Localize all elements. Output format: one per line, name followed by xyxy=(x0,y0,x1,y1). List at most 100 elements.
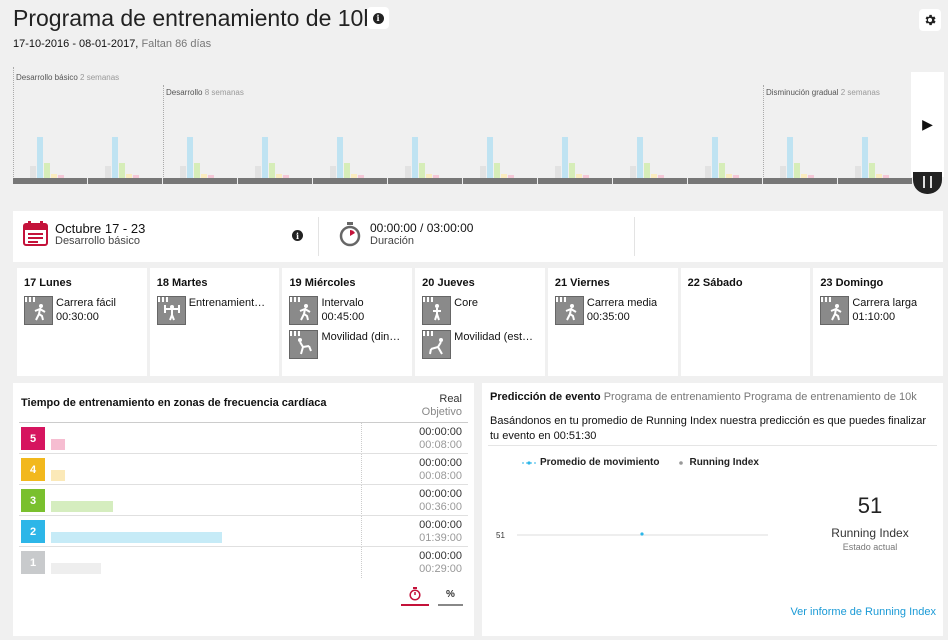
session-duration: 01:10:00 xyxy=(852,311,896,323)
week-days: 17 Lunes Carrera fácil 00:30:00 18 Martes En… xyxy=(17,268,944,376)
timeline-week[interactable] xyxy=(13,67,88,185)
timeline-bar xyxy=(44,163,50,178)
day-card[interactable]: 21 Viernes Carrera media 00:35:00 xyxy=(547,268,678,376)
training-session[interactable]: Intervalo 00:45:00 xyxy=(289,296,411,325)
program-timeline[interactable]: Desarrollo básico 2 semanas Desarrollo 8… xyxy=(13,67,913,185)
gear-icon xyxy=(925,14,936,26)
week-summary: Octubre 17 - 23 Desarrollo básico i 00:0… xyxy=(13,211,943,262)
training-session[interactable]: Carrera larga 01:10:00 xyxy=(820,296,942,325)
legend-running-index: Running Index xyxy=(677,457,759,468)
hr-zone-row: 4 00:00:00 00:08:00 xyxy=(19,453,468,485)
day-card[interactable]: 22 Sábado xyxy=(680,268,811,376)
program-date-range: 17-10-2016 - 08-01-2017, xyxy=(13,38,139,50)
zone-target-bar xyxy=(51,563,101,574)
timeline-bar xyxy=(412,137,418,178)
day-name: 20 Jueves xyxy=(422,277,475,289)
session-label: Movilidad (din… xyxy=(321,331,401,343)
timeline-bar xyxy=(187,137,193,178)
timeline-bar xyxy=(508,175,514,178)
days-remaining: Faltan 86 días xyxy=(141,38,212,50)
zone-target-time: 00:36:00 xyxy=(419,501,462,513)
timeline-week[interactable] xyxy=(388,67,463,185)
week-info-button[interactable]: i xyxy=(292,230,303,241)
timeline-bar xyxy=(555,165,561,178)
zone-target-bar xyxy=(51,501,113,512)
timeline-bar xyxy=(862,137,868,178)
session-duration: 00:30:00 xyxy=(56,311,99,323)
info-icon: i xyxy=(292,230,303,241)
zone-target-time: 00:08:00 xyxy=(419,439,462,451)
timeline-bar xyxy=(30,165,36,178)
timeline-week[interactable] xyxy=(838,67,913,185)
timeline-bar xyxy=(651,173,657,178)
legend-moving-average: Promedio de movimiento xyxy=(522,457,659,468)
day-name: 23 Domingo xyxy=(820,277,884,289)
training-session[interactable]: Entrenamient… xyxy=(156,296,279,325)
timeline-bar xyxy=(330,165,336,178)
program-info-button[interactable]: i xyxy=(367,7,389,29)
timeline-scroll-handle[interactable] xyxy=(913,172,942,194)
week-base xyxy=(613,178,687,184)
timeline-bar xyxy=(269,163,275,178)
hr-zone-row: 2 00:00:00 01:39:00 xyxy=(19,515,468,547)
running-index-report-link[interactable]: Ver informe de Running Index xyxy=(790,606,936,618)
zone-separator xyxy=(361,423,362,454)
timeline-week[interactable] xyxy=(88,67,163,185)
zones-title: Tiempo de entrenamiento en zonas de frec… xyxy=(21,397,327,409)
day-card[interactable]: 19 Miércoles Intervalo 00:45:00 Movilidad (… xyxy=(282,268,413,376)
timeline-bar xyxy=(794,163,800,178)
timeline-week[interactable] xyxy=(238,67,313,185)
training-session[interactable]: Movilidad (est… xyxy=(422,330,544,359)
timeline-next-button[interactable]: ▶ xyxy=(911,72,944,177)
day-card[interactable]: 17 Lunes Carrera fácil 00:30:00 xyxy=(17,268,147,376)
column-real: Real xyxy=(439,393,462,405)
chart-legend: Promedio de movimiento Running Index xyxy=(522,457,759,468)
week-duration: 00:00:00 / 03:00:00 xyxy=(370,221,474,235)
zone-badge: 4 xyxy=(21,458,45,481)
timeline-bar xyxy=(262,137,268,178)
timeline-week[interactable] xyxy=(688,67,763,185)
day-name: 22 Sábado xyxy=(687,277,743,289)
session-label: Entrenamient… xyxy=(188,297,266,309)
timeline-bar xyxy=(726,173,732,178)
timeline-bar xyxy=(426,173,432,178)
timeline-bar xyxy=(883,175,889,178)
timeline-bar xyxy=(494,163,500,178)
timeline-bar xyxy=(255,165,261,178)
timeline-week[interactable] xyxy=(313,67,388,185)
prediction-text: Basándonos en tu promedio de Running Ind… xyxy=(490,415,927,442)
timeline-bar xyxy=(433,175,439,178)
session-duration: 00:45:00 xyxy=(321,311,365,323)
program-dates: 17-10-2016 - 08-01-2017, Faltan 86 días xyxy=(13,38,211,50)
timeline-bar xyxy=(501,173,507,178)
day-card[interactable]: 18 Martes Entrenamient… xyxy=(149,268,280,376)
training-session[interactable]: Core xyxy=(422,296,544,325)
training-session[interactable]: Carrera media 00:35:00 xyxy=(554,296,677,325)
timeline-week[interactable] xyxy=(538,67,613,185)
timeline-week[interactable] xyxy=(613,67,688,185)
training-session[interactable]: Carrera fácil 00:30:00 xyxy=(24,296,146,325)
stretch-icon xyxy=(422,330,452,359)
info-icon: i xyxy=(372,12,384,24)
zones-list: 5 00:00:00 00:08:00 4 00:00:00 00:08:00 3 00:00… xyxy=(19,422,468,578)
day-card[interactable]: 20 Jueves Core Movilidad (est… xyxy=(415,268,545,376)
timeline-week[interactable] xyxy=(763,67,838,185)
running-icon xyxy=(820,296,850,325)
chart-y-tick: 51 xyxy=(496,531,505,540)
session-label: Carrera media xyxy=(586,297,658,309)
timeline-week[interactable] xyxy=(463,67,538,185)
view-time-toggle[interactable] xyxy=(401,584,429,606)
view-percent-toggle[interactable]: % xyxy=(438,584,463,606)
timeline-week[interactable] xyxy=(163,67,238,185)
timeline-bar xyxy=(201,173,207,178)
timeline-bar xyxy=(337,137,343,178)
settings-button[interactable] xyxy=(919,9,941,31)
timeline-bar xyxy=(855,165,861,178)
week-base xyxy=(88,178,162,184)
week-base xyxy=(463,178,537,184)
page-header: Programa de entrenamiento de 10k i 17-10… xyxy=(0,0,948,58)
training-session[interactable]: Movilidad (din… xyxy=(289,330,411,359)
zone-badge: 1 xyxy=(21,551,45,574)
day-name: 18 Martes xyxy=(156,277,208,289)
day-card[interactable]: 23 Domingo Carrera larga 01:10:00 xyxy=(813,268,944,376)
